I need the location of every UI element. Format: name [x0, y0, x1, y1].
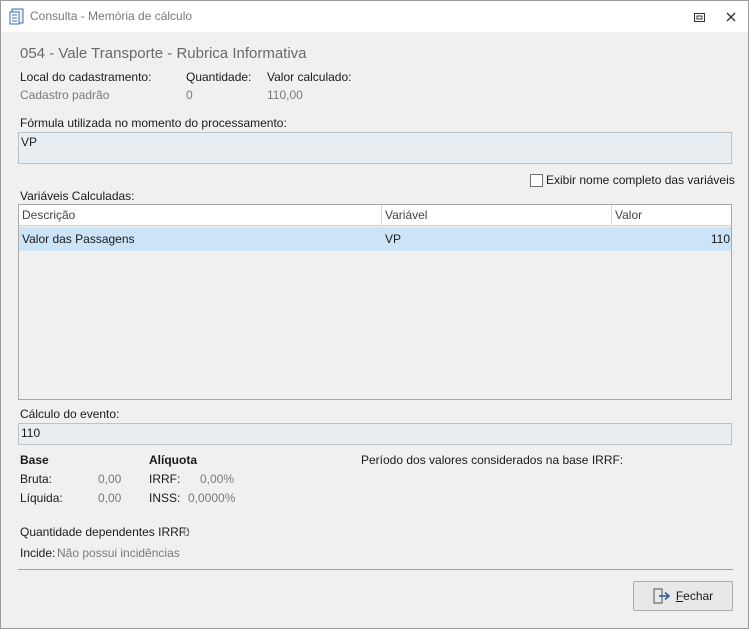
table-row[interactable]: Valor das Passagens VP 110: [19, 227, 731, 251]
fechar-button[interactable]: Fechar: [633, 581, 733, 611]
formula-label: Fórmula utilizada no momento do processa…: [20, 116, 287, 130]
title-bar: Consulta - Memória de cálculo: [1, 1, 748, 32]
checkbox-box[interactable]: [530, 173, 543, 187]
restore-button[interactable]: [689, 8, 709, 26]
inss-value: 0,0000%: [188, 491, 236, 505]
periodo-label: Período dos valores considerados na base…: [361, 453, 624, 467]
grid-header: Descrição Variável Valor: [19, 205, 731, 226]
valor-calculado-label: Valor calculado:: [267, 70, 352, 84]
irrf-label: IRRF:: [149, 472, 181, 486]
bruta-value: 0,00: [98, 472, 122, 486]
valor-calculado-value: 110,00: [267, 88, 303, 102]
close-icon: [726, 12, 736, 22]
show-full-names-label[interactable]: Exibir nome completo das variáveis: [546, 173, 735, 187]
cell-descricao: Valor das Passagens: [22, 232, 135, 246]
page-title: 054 - Vale Transporte - Rubrica Informat…: [20, 45, 307, 62]
incide-label: Incide:: [20, 546, 56, 560]
liquida-value: 0,00: [98, 491, 122, 505]
column-header-variavel[interactable]: Variável: [382, 205, 612, 226]
liquida-label: Líquida:: [20, 491, 63, 505]
restore-icon: [693, 12, 705, 22]
footer-divider: [18, 569, 733, 570]
cell-valor: 110: [710, 232, 730, 246]
incide-value: Não possui incidências: [57, 546, 180, 560]
dependentes-label: Quantidade dependentes IRRF:: [20, 525, 190, 539]
aliquota-title: Alíquota: [149, 453, 197, 467]
evento-label: Cálculo do evento:: [20, 407, 120, 421]
window-title: Consulta - Memória de cálculo: [30, 9, 193, 23]
variables-label: Variáveis Calculadas:: [20, 189, 135, 203]
show-full-names-checkbox[interactable]: Exibir nome completo das variáveis: [530, 173, 735, 187]
exit-icon: [653, 588, 671, 604]
local-label: Local do cadastramento:: [20, 70, 152, 84]
variables-grid[interactable]: Descrição Variável Valor Valor das Passa…: [18, 204, 732, 400]
evento-field[interactable]: 110: [18, 423, 732, 445]
local-value: Cadastro padrão: [20, 88, 110, 102]
inss-label: INSS:: [149, 491, 181, 505]
column-header-descricao[interactable]: Descrição: [19, 205, 382, 226]
formula-field[interactable]: VP: [18, 132, 732, 164]
fechar-button-label[interactable]: Fechar: [676, 589, 713, 603]
base-title: Base: [20, 453, 49, 467]
document-calc-icon: [9, 8, 25, 25]
column-header-valor[interactable]: Valor: [612, 205, 731, 226]
bruta-label: Bruta:: [20, 472, 53, 486]
consulta-window: Consulta - Memória de cálculo 054 - Vale…: [0, 0, 749, 629]
dependentes-value: 0: [183, 525, 190, 539]
close-button[interactable]: [721, 8, 741, 26]
cell-variavel: VP: [385, 232, 402, 246]
irrf-value: 0,00%: [200, 472, 235, 486]
quantidade-label: Quantidade:: [186, 70, 252, 84]
quantidade-value: 0: [186, 88, 193, 102]
